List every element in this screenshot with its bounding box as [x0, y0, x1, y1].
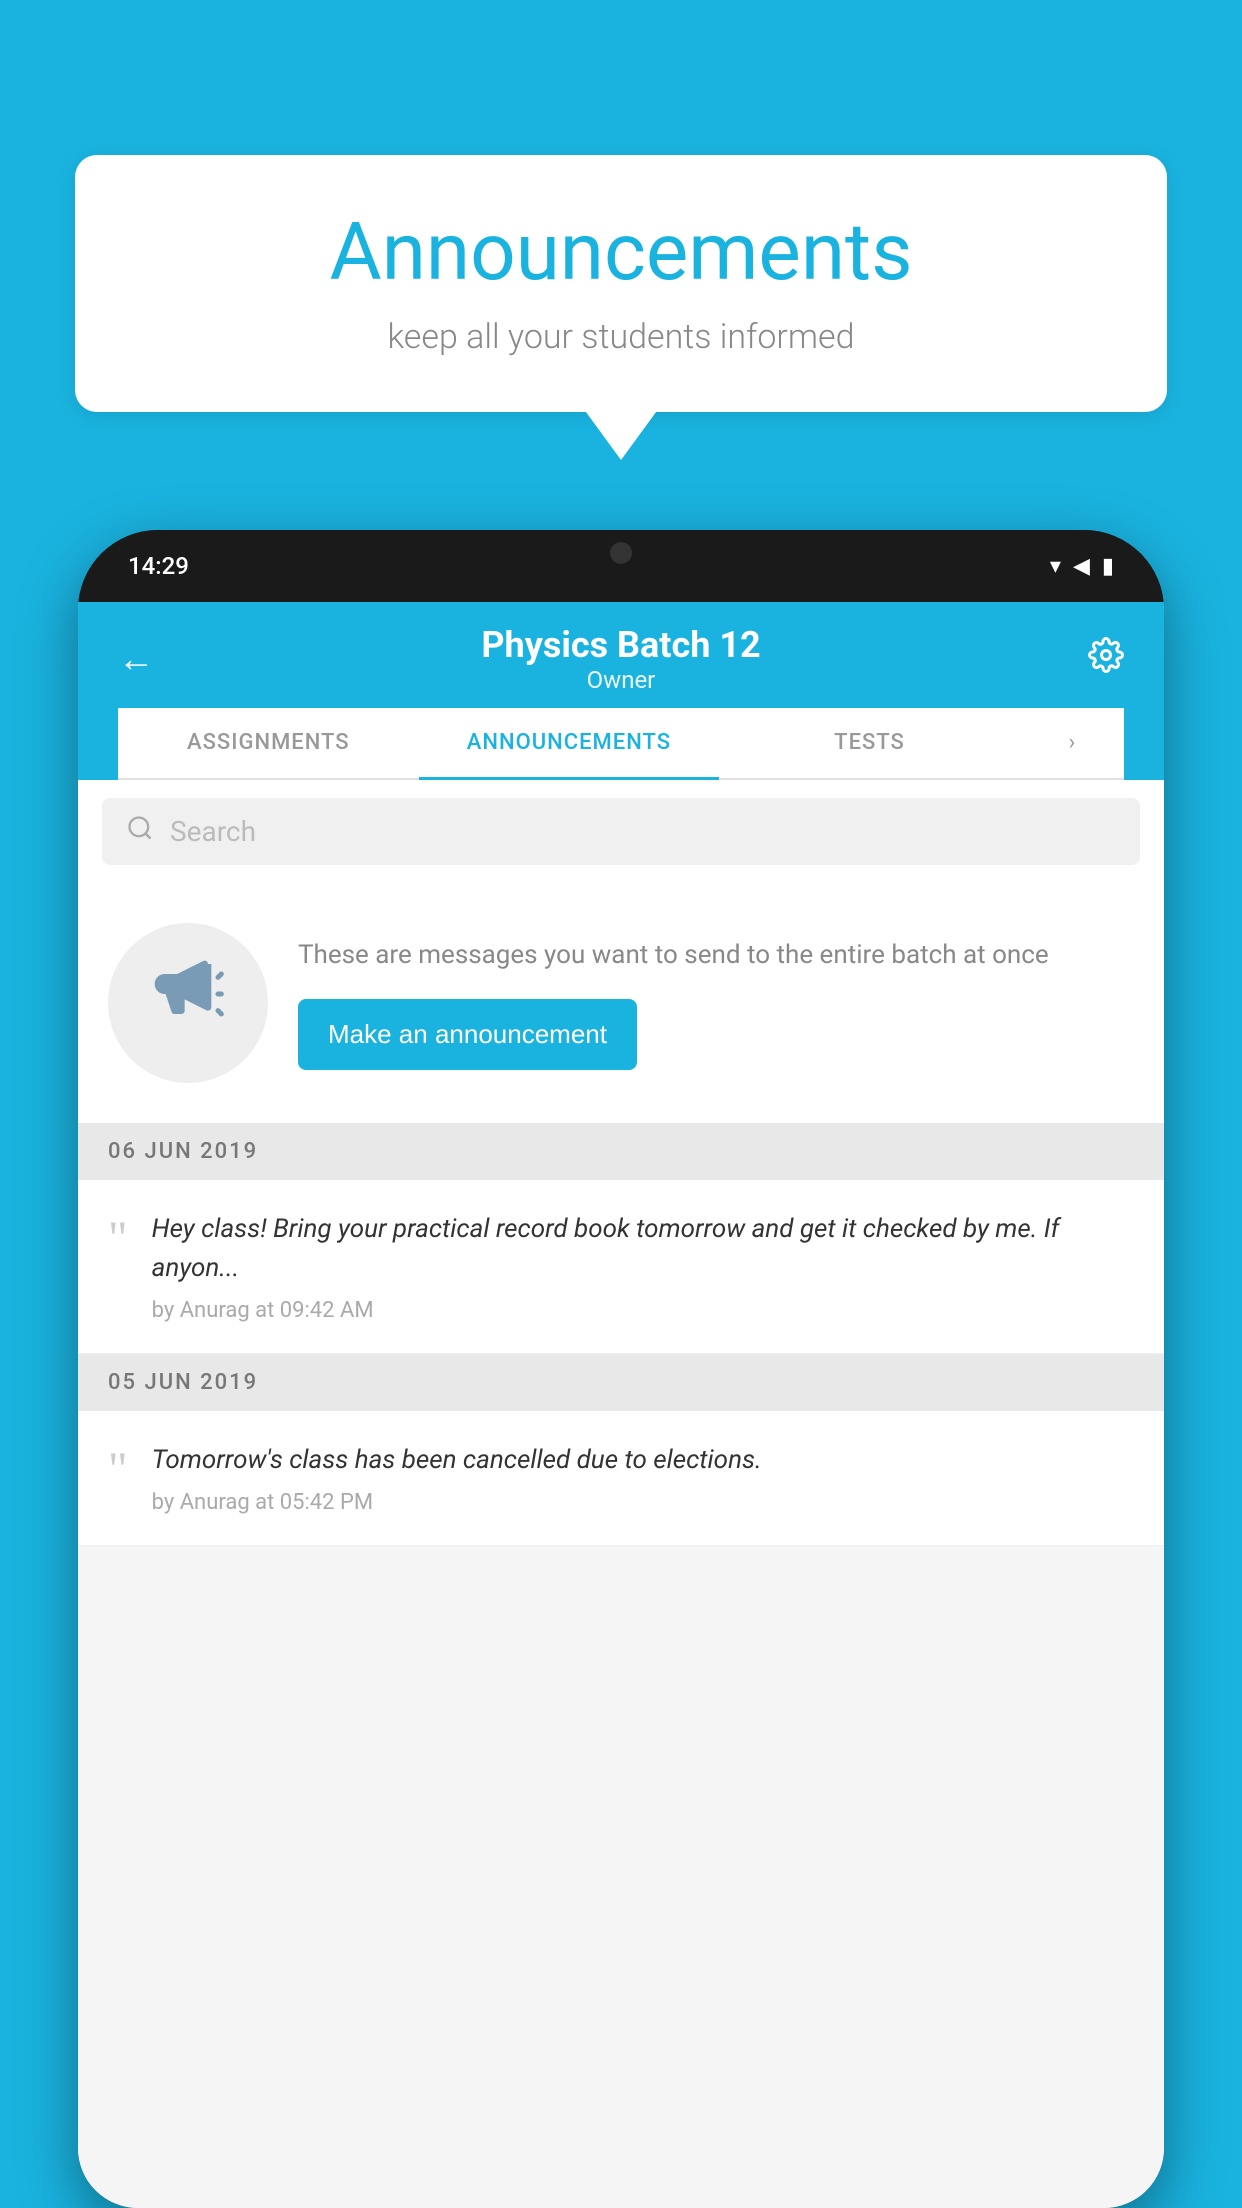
battery-icon: ▮	[1102, 554, 1114, 579]
tab-tests[interactable]: TESTS	[719, 708, 1020, 778]
date-label-2: 05 JUN 2019	[108, 1370, 258, 1395]
announcement-meta-2: by Anurag at 05:42 PM	[152, 1490, 1134, 1515]
announcement-text-2: Tomorrow's class has been cancelled due …	[152, 1441, 1134, 1480]
speech-bubble-container: Announcements keep all your students inf…	[75, 155, 1167, 412]
content-area: Search These are messages you want to se…	[78, 780, 1164, 2208]
announcement-item-2[interactable]: " Tomorrow's class has been cancelled du…	[78, 1411, 1164, 1546]
announcement-meta-1: by Anurag at 09:42 AM	[152, 1298, 1134, 1323]
date-section-1: 06 JUN 2019	[78, 1123, 1164, 1180]
announcement-promo: These are messages you want to send to t…	[78, 883, 1164, 1123]
status-bar: 14:29 ▾ ◀ ▮	[78, 530, 1164, 602]
speech-bubble: Announcements keep all your students inf…	[75, 155, 1167, 412]
status-icons: ▾ ◀ ▮	[1050, 554, 1114, 579]
announcement-item-1[interactable]: " Hey class! Bring your practical record…	[78, 1180, 1164, 1354]
promo-right: These are messages you want to send to t…	[298, 936, 1134, 1070]
promo-text: These are messages you want to send to t…	[298, 936, 1134, 975]
header-title-group: Physics Batch 12 Owner	[481, 624, 760, 694]
quote-icon-1: "	[108, 1215, 128, 1263]
header-subtitle: Owner	[481, 666, 760, 694]
back-button[interactable]: ←	[118, 638, 154, 680]
tabs-bar: ASSIGNMENTS ANNOUNCEMENTS TESTS ›	[118, 708, 1124, 780]
make-announcement-button[interactable]: Make an announcement	[298, 999, 637, 1070]
phone-frame: 14:29 ▾ ◀ ▮ ← Physics Batch 12 Owner	[78, 530, 1164, 2208]
search-bar[interactable]: Search	[102, 798, 1140, 865]
phone-content: ← Physics Batch 12 Owner ASSIGNMENTS ANN…	[78, 602, 1164, 2208]
date-label-1: 06 JUN 2019	[108, 1139, 258, 1164]
wifi-icon: ▾	[1050, 554, 1061, 579]
megaphone-icon	[148, 954, 228, 1052]
search-placeholder: Search	[170, 815, 256, 848]
tab-more[interactable]: ›	[1020, 708, 1124, 778]
camera-notch	[610, 542, 632, 564]
settings-button[interactable]	[1088, 637, 1124, 682]
megaphone-circle	[108, 923, 268, 1083]
tab-assignments[interactable]: ASSIGNMENTS	[118, 708, 419, 778]
bubble-title: Announcements	[135, 205, 1107, 299]
phone-notch	[561, 530, 681, 572]
app-header: ← Physics Batch 12 Owner ASSIGNMENTS ANN…	[78, 602, 1164, 780]
search-container: Search	[78, 780, 1164, 883]
search-icon	[126, 814, 154, 849]
header-title: Physics Batch 12	[481, 624, 760, 666]
quote-icon-2: "	[108, 1446, 128, 1494]
tab-announcements[interactable]: ANNOUNCEMENTS	[419, 708, 720, 780]
status-time: 14:29	[128, 552, 189, 580]
signal-icon: ◀	[1073, 554, 1090, 579]
bubble-subtitle: keep all your students informed	[135, 317, 1107, 357]
announcement-body-2: Tomorrow's class has been cancelled due …	[152, 1441, 1134, 1515]
app-header-top: ← Physics Batch 12 Owner	[118, 624, 1124, 694]
announcement-body-1: Hey class! Bring your practical record b…	[152, 1210, 1134, 1323]
date-section-2: 05 JUN 2019	[78, 1354, 1164, 1411]
announcement-text-1: Hey class! Bring your practical record b…	[152, 1210, 1134, 1288]
